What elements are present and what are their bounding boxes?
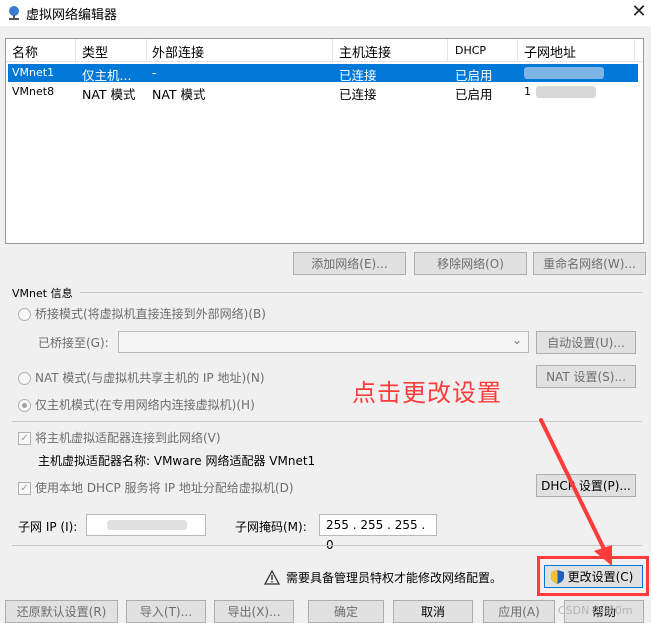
watermark-text: CSDN @哈0m (558, 604, 633, 617)
annotation-highlight-box (537, 556, 649, 596)
annotation-arrow-icon (539, 418, 612, 566)
